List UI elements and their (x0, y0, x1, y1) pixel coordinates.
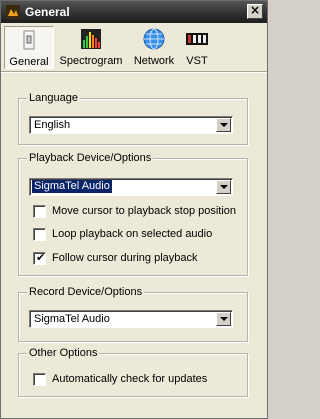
playback-group: Playback Device/Options SigmaTel Audio M… (18, 151, 248, 276)
chevron-down-icon[interactable] (216, 118, 231, 132)
switch-icon (23, 30, 35, 50)
checkbox-label: Move cursor to playback stop position (52, 205, 237, 217)
tab-vst[interactable]: VST (181, 26, 213, 69)
playback-device-select[interactable]: SigmaTel Audio (29, 178, 233, 196)
checkbox-label: Follow cursor during playback (52, 252, 198, 264)
preferences-window: General × General Spectrogram Network VS… (0, 0, 268, 419)
record-device-value: SigmaTel Audio (34, 313, 110, 325)
category-toolbar: General Spectrogram Network VST (1, 23, 267, 71)
playback-group-title: Playback Device/Options (27, 151, 154, 165)
checkbox-label: Automatically check for updates (52, 373, 208, 385)
other-options-group-title: Other Options (27, 346, 100, 360)
language-select[interactable]: English (29, 116, 233, 134)
other-options-group: Other Options Automatically check for up… (18, 346, 248, 397)
vst-icon (186, 33, 208, 45)
checkbox-box[interactable] (33, 205, 46, 218)
tab-spectrogram-label: Spectrogram (59, 55, 123, 67)
close-icon: × (249, 3, 261, 17)
language-select-value: English (34, 119, 71, 131)
checkbox-box[interactable] (33, 373, 46, 386)
playback-device-value: SigmaTel Audio (32, 180, 112, 193)
tab-general-label: General (9, 56, 49, 68)
record-group-title: Record Device/Options (27, 285, 145, 299)
chevron-down-icon[interactable] (216, 312, 231, 326)
spectrogram-icon (81, 29, 101, 49)
audio-app-icon (6, 5, 20, 19)
record-group: Record Device/Options SigmaTel Audio (18, 285, 248, 342)
language-group-title: Language (27, 91, 80, 105)
globe-icon (143, 28, 165, 50)
checkbox-box[interactable] (33, 228, 46, 241)
tab-general[interactable]: General (4, 26, 54, 69)
toolbar-divider (1, 71, 267, 73)
chevron-down-icon[interactable] (216, 180, 231, 194)
tab-network[interactable]: Network (129, 26, 179, 69)
language-group: Language English (18, 91, 248, 145)
checkmark-icon: ✔ (36, 251, 46, 264)
tab-spectrogram[interactable]: Spectrogram (56, 26, 126, 69)
tab-network-label: Network (133, 55, 175, 67)
checkbox-box[interactable]: ✔ (33, 251, 46, 265)
title-bar[interactable]: General × (1, 1, 267, 23)
close-button[interactable]: × (247, 3, 263, 19)
checkbox-label: Loop playback on selected audio (52, 228, 213, 240)
window-title: General (25, 5, 70, 19)
tab-vst-label: VST (186, 55, 208, 67)
record-device-select[interactable]: SigmaTel Audio (29, 310, 233, 328)
